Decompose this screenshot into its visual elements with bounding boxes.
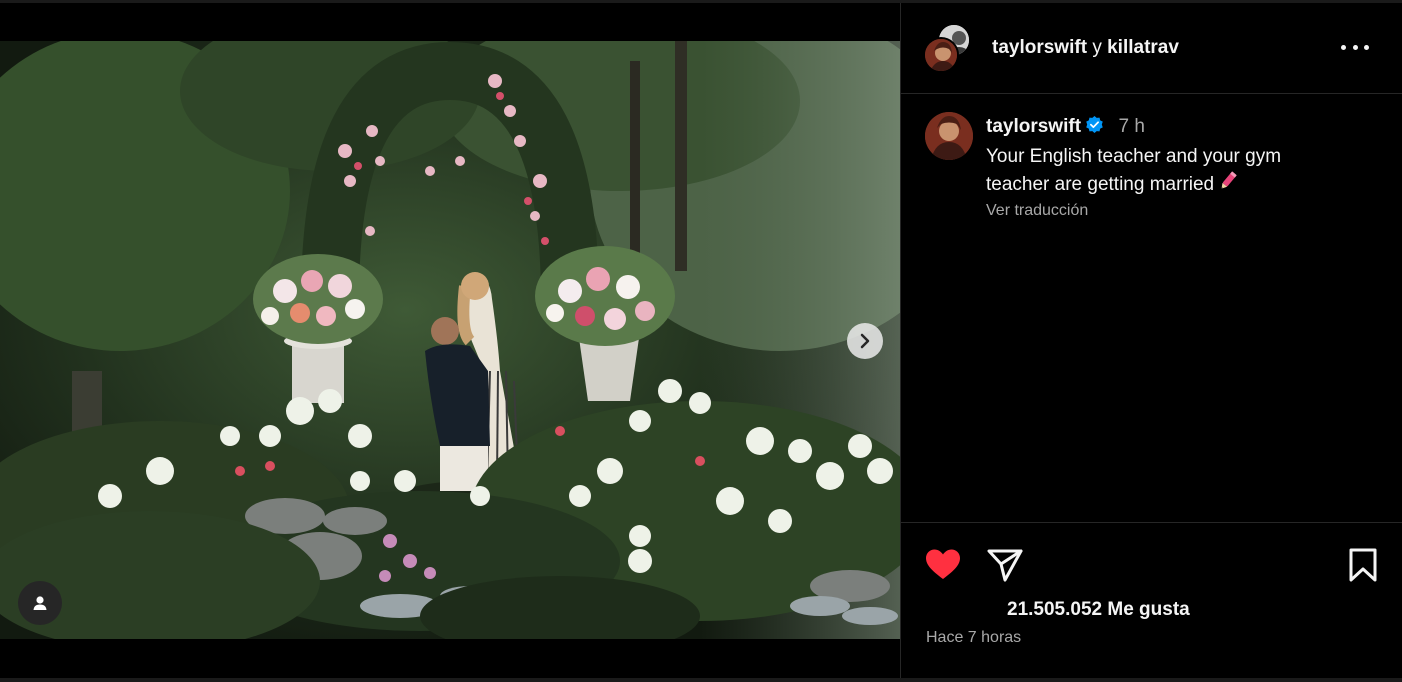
bookmark-icon xyxy=(1349,548,1377,582)
post-media xyxy=(0,3,900,678)
post-actions: 21.505.052 Me gusta Hace 7 horas xyxy=(901,522,1402,678)
share-button[interactable] xyxy=(985,545,1025,585)
like-button[interactable] xyxy=(923,545,963,585)
avatar-taylorswift[interactable] xyxy=(923,37,959,73)
pencil-emoji-icon xyxy=(1218,170,1238,200)
more-icon-dot xyxy=(1352,44,1358,50)
share-icon xyxy=(987,549,1023,582)
author-link-2[interactable]: killatrav xyxy=(1107,37,1179,58)
post-time-ago[interactable]: Hace 7 horas xyxy=(926,629,1021,647)
more-icon-dot xyxy=(1364,44,1369,50)
see-translation-link[interactable]: Ver traducción xyxy=(986,202,1386,220)
authors-conjunction: y xyxy=(1092,37,1102,58)
caption-username[interactable]: taylorswift xyxy=(986,116,1081,138)
caption-body: taylorswift 7 h Your English teacher and… xyxy=(986,115,1386,220)
likes-count[interactable]: 21.505.052 Me gusta xyxy=(1007,599,1190,621)
save-button[interactable] xyxy=(1347,545,1379,585)
user-tag-icon xyxy=(33,596,47,610)
post-authors: taylorswift y killatrav xyxy=(992,37,1179,59)
instagram-post: taylorswift y killatrav taylorswift 7 h … xyxy=(0,0,1402,682)
more-icon xyxy=(1341,44,1346,50)
tagged-users-button[interactable] xyxy=(18,581,62,625)
collab-avatars[interactable] xyxy=(923,23,975,75)
post-side-panel: taylorswift y killatrav taylorswift 7 h … xyxy=(900,3,1402,678)
verified-icon xyxy=(1085,115,1104,139)
next-photo-button[interactable] xyxy=(847,323,883,359)
caption-time[interactable]: 7 h xyxy=(1118,116,1144,138)
liker-avatars xyxy=(925,598,1003,622)
author-link-1[interactable]: taylorswift xyxy=(992,37,1087,58)
more-options-button[interactable] xyxy=(1341,37,1369,57)
liker-avatar xyxy=(971,598,995,622)
post-header: taylorswift y killatrav xyxy=(901,3,1402,94)
chevron-right-icon xyxy=(860,333,870,349)
caption-avatar[interactable] xyxy=(925,112,973,160)
caption-text: Your English teacher and your gym teache… xyxy=(986,143,1326,200)
bottom-border xyxy=(0,678,1402,682)
post-photo xyxy=(0,41,900,639)
heart-icon xyxy=(926,549,960,579)
likes-row[interactable]: 21.505.052 Me gusta xyxy=(925,597,1190,623)
